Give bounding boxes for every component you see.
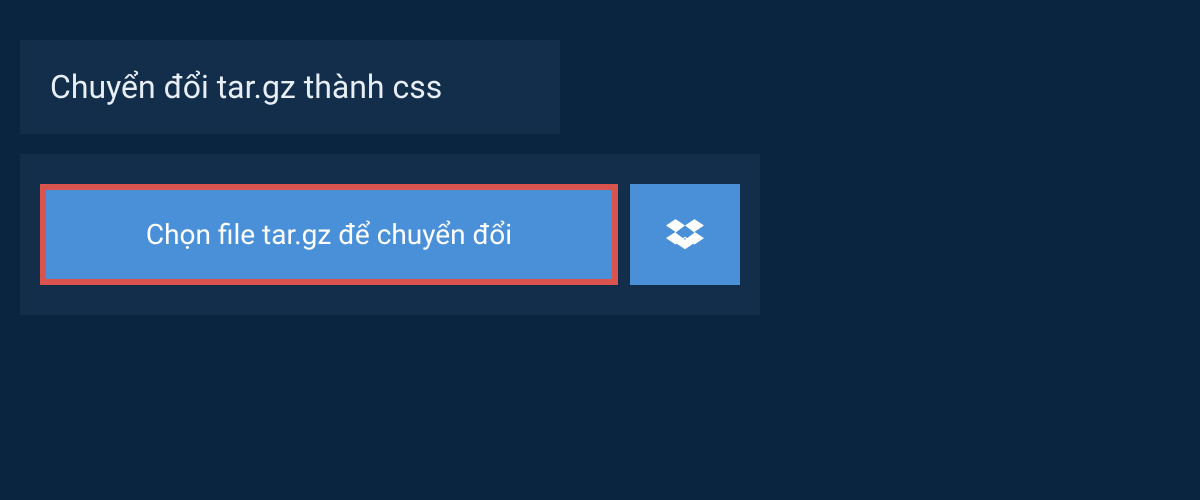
page-title: Chuyển đổi tar.gz thành css	[50, 68, 530, 106]
upload-area: Chọn file tar.gz để chuyển đổi	[20, 154, 760, 315]
header-panel: Chuyển đổi tar.gz thành css	[20, 40, 560, 134]
dropbox-icon	[666, 216, 704, 254]
dropbox-button[interactable]	[630, 184, 740, 285]
choose-file-label: Chọn file tar.gz để chuyển đổi	[146, 218, 512, 251]
choose-file-button[interactable]: Chọn file tar.gz để chuyển đổi	[40, 184, 618, 285]
button-row: Chọn file tar.gz để chuyển đổi	[40, 184, 740, 285]
